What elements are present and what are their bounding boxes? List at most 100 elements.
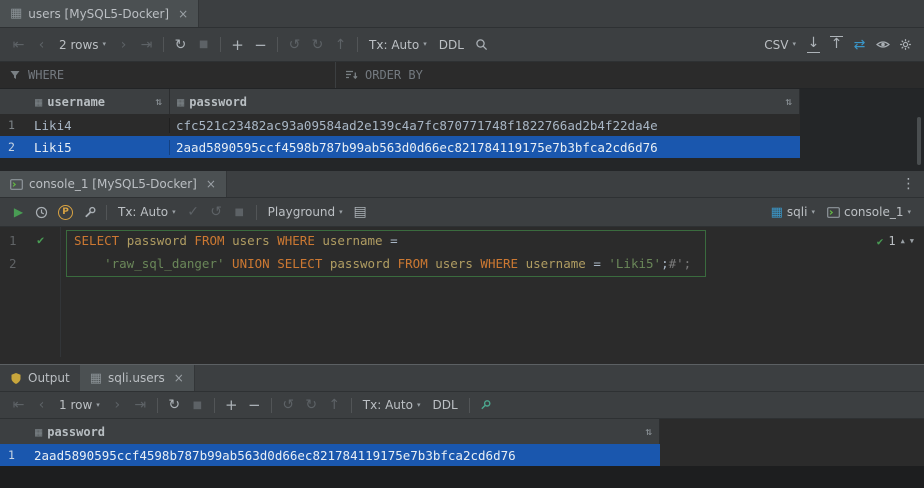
reload-button[interactable]: ↻ — [163, 394, 186, 417]
playground-mode-dropdown[interactable]: Playground ▾ — [262, 201, 349, 224]
row-number[interactable]: 1 — [0, 118, 28, 132]
view-as-list-icon[interactable]: ▤ — [349, 201, 372, 224]
column-header-password[interactable]: ▦ password ⇅ — [28, 419, 660, 444]
redo-button[interactable]: ↻ — [300, 394, 323, 417]
transpose-icon[interactable]: ⇄ — [848, 33, 871, 56]
wrench-icon[interactable] — [78, 201, 101, 224]
stop-button[interactable]: ■ — [192, 33, 215, 56]
more-options-icon[interactable]: ⋮ — [897, 173, 920, 196]
where-filter-input[interactable]: WHERE — [0, 62, 336, 88]
reload-button[interactable]: ↻ — [169, 33, 192, 56]
chevron-down-icon: ▾ — [423, 41, 427, 48]
panel-splitter[interactable] — [0, 357, 924, 365]
cell-password[interactable]: 2aad5890595ccf4598b787b99ab563d0d66ec821… — [170, 140, 800, 155]
column-label: password — [189, 95, 247, 109]
delete-row-button[interactable]: − — [243, 394, 266, 417]
page-size-dropdown[interactable]: 1 row ▾ — [53, 394, 106, 417]
rollback-button[interactable]: ↺ — [205, 201, 228, 224]
row-header-corner[interactable] — [0, 89, 28, 114]
redo-button[interactable]: ↻ — [306, 33, 329, 56]
tab-output[interactable]: Output — [0, 365, 80, 391]
close-icon[interactable]: × — [174, 371, 184, 385]
tab-result-grid[interactable]: ▦ sqli.users × — [80, 365, 195, 391]
separator — [256, 205, 257, 220]
previous-page-button[interactable]: ‹ — [30, 394, 53, 417]
ddl-button[interactable]: DDL — [426, 394, 463, 417]
console-toolbar: ▶ P Tx: Auto ▾ ✓ ↺ ■ Playground ▾ ▤ ▦ sq… — [0, 198, 924, 227]
add-row-button[interactable]: + — [226, 33, 249, 56]
next-page-button[interactable]: › — [106, 394, 129, 417]
sort-icon[interactable]: ⇅ — [645, 425, 652, 438]
close-icon[interactable]: × — [206, 177, 216, 191]
ddl-button[interactable]: DDL — [433, 33, 470, 56]
code-line[interactable]: 'raw_sql_danger' UNION SELECT password F… — [74, 256, 691, 271]
tab-result-label: sqli.users — [108, 371, 165, 385]
data-extractor-dropdown[interactable]: CSV ▾ — [758, 33, 802, 56]
pin-tab-icon[interactable] — [475, 394, 498, 417]
database-icon: ▦ — [771, 205, 783, 220]
column-label: username — [47, 95, 105, 109]
sort-icon[interactable]: ⇅ — [155, 95, 162, 108]
next-page-button[interactable]: › — [112, 33, 135, 56]
sql-editor[interactable]: 1 2 ✔ SELECT password FROM users WHERE u… — [0, 227, 924, 357]
tx-mode-dropdown[interactable]: Tx: Auto ▾ — [363, 33, 433, 56]
ddl-label: DDL — [439, 38, 464, 52]
schema-switcher-dropdown[interactable]: ▦ sqli ▾ — [765, 201, 821, 224]
tab-users-table[interactable]: ▦ users [MySQL5-Docker] × — [0, 0, 199, 27]
executed-check-icon[interactable]: ✔ — [37, 233, 44, 247]
search-icon[interactable] — [470, 33, 493, 56]
code-line[interactable]: SELECT password FROM users WHERE usernam… — [74, 233, 398, 248]
sort-icon[interactable]: ⇅ — [785, 95, 792, 108]
gear-icon[interactable] — [894, 33, 917, 56]
orderby-filter-input[interactable]: ORDER BY — [336, 62, 924, 88]
commit-button[interactable]: ✓ — [182, 201, 205, 224]
revert-button[interactable]: ↺ — [283, 33, 306, 56]
column-header-username[interactable]: ▦ username ⇅ — [28, 89, 170, 114]
cell-password[interactable]: cfc521c23482ac93a09584ad2e139c4a7fc87077… — [170, 118, 800, 133]
first-page-button[interactable]: ⇤ — [7, 394, 30, 417]
table-row-selected[interactable]: 1 2aad5890595ccf4598b787b99ab563d0d66ec8… — [0, 444, 660, 466]
submit-button[interactable]: ↑ — [323, 394, 346, 417]
row-number[interactable]: 1 — [0, 448, 28, 462]
cell-username[interactable]: Liki5 — [28, 140, 170, 155]
export-data-icon[interactable]: ↓ — [802, 33, 825, 56]
tx-mode-dropdown[interactable]: Tx: Auto ▾ — [112, 201, 182, 224]
next-result-icon[interactable]: ▼ — [910, 237, 914, 245]
row-header-corner[interactable] — [0, 419, 28, 444]
history-clock-icon[interactable] — [30, 201, 53, 224]
run-button[interactable]: ▶ — [7, 201, 30, 224]
table-row[interactable]: 1 Liki4 cfc521c23482ac93a09584ad2e139c4a… — [0, 114, 800, 136]
download-glyph: ↓ — [807, 36, 821, 52]
chevron-down-icon: ▾ — [103, 41, 107, 48]
submit-button[interactable]: ↑ — [329, 33, 352, 56]
result-toolbar: ⇤ ‹ 1 row ▾ › ⇥ ↻ ■ + − ↺ ↻ ↑ Tx: Auto ▾… — [0, 392, 924, 419]
add-row-button[interactable]: + — [220, 394, 243, 417]
page-size-dropdown[interactable]: 2 rows ▾ — [53, 33, 112, 56]
sql-token: WHERE — [277, 233, 322, 248]
import-data-icon[interactable]: ↑ — [825, 33, 848, 56]
row-number[interactable]: 2 — [0, 140, 28, 154]
sql-token: = — [586, 256, 609, 271]
sql-token: = — [390, 233, 398, 248]
tab-console[interactable]: console_1 [MySQL5-Docker] × — [0, 171, 227, 197]
cell-username[interactable]: Liki4 — [28, 118, 170, 133]
last-page-button[interactable]: ⇥ — [129, 394, 152, 417]
stop-button[interactable]: ■ — [228, 201, 251, 224]
last-page-button[interactable]: ⇥ — [135, 33, 158, 56]
cell-password[interactable]: 2aad5890595ccf4598b787b99ab563d0d66ec821… — [28, 448, 660, 463]
prev-result-icon[interactable]: ▲ — [901, 237, 905, 245]
previous-page-button[interactable]: ‹ — [30, 33, 53, 56]
first-page-button[interactable]: ⇤ — [7, 33, 30, 56]
stop-button[interactable]: ■ — [186, 394, 209, 417]
vertical-scrollbar[interactable] — [917, 117, 921, 165]
eye-icon[interactable] — [871, 33, 894, 56]
tx-mode-label: Tx: Auto — [363, 398, 413, 412]
parameters-icon[interactable]: P — [58, 205, 73, 220]
delete-row-button[interactable]: − — [249, 33, 272, 56]
column-header-password[interactable]: ▦ password ⇅ — [170, 89, 800, 114]
revert-button[interactable]: ↺ — [277, 394, 300, 417]
session-switcher-dropdown[interactable]: console_1 ▾ — [821, 201, 917, 224]
table-row-selected[interactable]: 2 Liki5 2aad5890595ccf4598b787b99ab563d0… — [0, 136, 800, 158]
tx-mode-dropdown[interactable]: Tx: Auto ▾ — [357, 394, 427, 417]
close-icon[interactable]: × — [178, 7, 188, 21]
